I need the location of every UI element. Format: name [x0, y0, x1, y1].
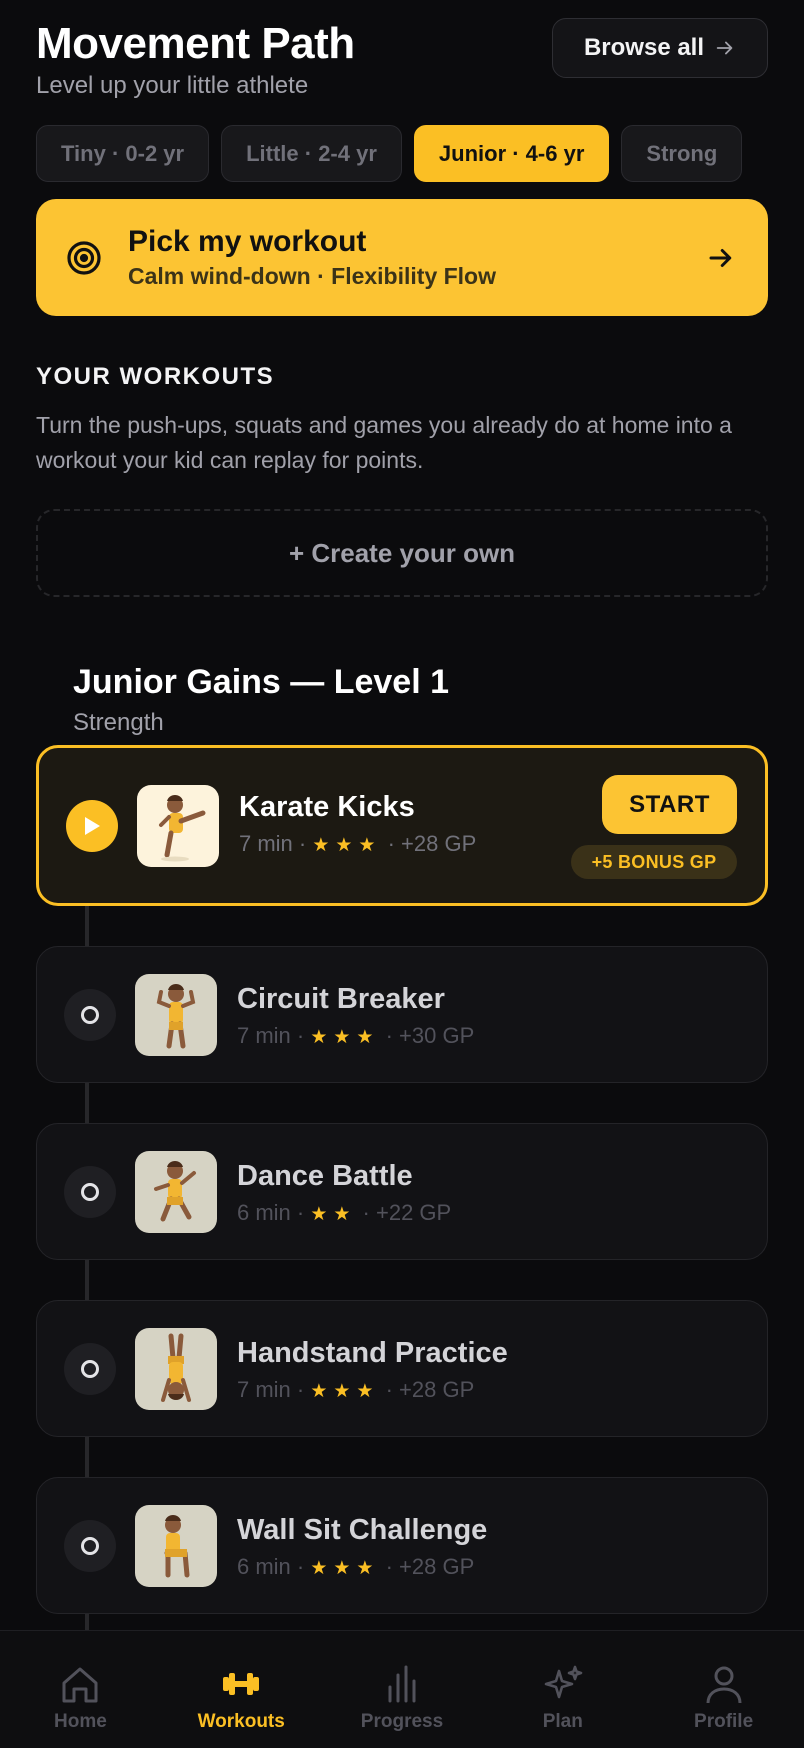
- workout-card-circuit-breaker[interactable]: Circuit Breaker 7 min · ★★★ · +30 GP: [36, 946, 768, 1083]
- workout-name: Karate Kicks: [239, 791, 415, 823]
- kid-flex-illustration: [156, 983, 196, 1048]
- star-rating: ★★★: [310, 1027, 380, 1048]
- workout-card-dance-battle[interactable]: Dance Battle 6 min · ★★ · +22 GP: [36, 1123, 768, 1260]
- workout-meta: 7 min · ★★★ · +28 GP: [237, 1377, 475, 1402]
- workout-points: +30 GP: [399, 1023, 475, 1048]
- create-your-own-button[interactable]: + Create your own: [36, 509, 768, 597]
- workout-thumbnail: [135, 1327, 217, 1410]
- browse-all-label: Browse all: [583, 34, 705, 61]
- star-rating: ★★★: [310, 1381, 380, 1402]
- workout-points: +28 GP: [401, 831, 477, 856]
- tab-home[interactable]: Home: [0, 1631, 161, 1748]
- browse-all-button[interactable]: Browse all: [552, 18, 768, 78]
- age-filter-tiny[interactable]: Tiny · 0-2 yr: [36, 125, 210, 182]
- workout-thumbnail: [137, 784, 219, 867]
- tab-progress[interactable]: Progress: [322, 1631, 483, 1748]
- workout-thumbnail: [135, 1504, 217, 1587]
- section-description: Turn the push-ups, squats and games you …: [36, 412, 732, 473]
- circle-icon: [81, 1359, 99, 1378]
- workout-points: +22 GP: [376, 1200, 452, 1225]
- workout-meta: 7 min · ★★★ · +28 GP: [239, 831, 477, 856]
- user-icon: [706, 1666, 742, 1704]
- workout-meta: 6 min · ★★★ · +28 GP: [237, 1554, 475, 1579]
- workout-card-handstand-practice[interactable]: Handstand Practice 7 min · ★★★ · +28 GP: [36, 1300, 768, 1437]
- group-subtitle: Strength: [73, 709, 164, 736]
- pick-card-title: Pick my workout: [128, 225, 367, 258]
- workout-name: Handstand Practice: [237, 1337, 508, 1369]
- workout-name: Dance Battle: [237, 1160, 413, 1192]
- age-filter-strong[interactable]: Strong: [621, 125, 743, 182]
- section-heading: YOUR WORKOUTS: [36, 363, 275, 390]
- tab-workouts[interactable]: Workouts: [161, 1631, 322, 1748]
- kid-wall-sit-illustration: [164, 1514, 190, 1577]
- tab-label: Home: [54, 1711, 107, 1732]
- star-rating: ★★: [310, 1204, 357, 1225]
- dumbbell-icon: [223, 1673, 260, 1695]
- circle-icon: [81, 1005, 99, 1024]
- play-button[interactable]: [66, 799, 118, 852]
- workout-status-marker: [64, 988, 116, 1041]
- arrow-right-icon: [716, 41, 733, 55]
- sparkles-icon: [544, 1665, 583, 1699]
- star-rating: ★★★: [312, 835, 382, 856]
- bonus-badge: +5 BONUS GP: [571, 845, 737, 879]
- workout-duration: 7 min: [237, 1377, 291, 1402]
- star-rating: ★★★: [310, 1558, 380, 1579]
- workout-name: Wall Sit Challenge: [237, 1514, 488, 1546]
- workout-duration: 6 min: [237, 1200, 291, 1225]
- tab-label: Workouts: [197, 1711, 285, 1732]
- workout-meta: 6 min · ★★ · +22 GP: [237, 1200, 452, 1225]
- tab-label: Plan: [542, 1711, 583, 1732]
- tab-plan[interactable]: Plan: [482, 1631, 643, 1748]
- workout-thumbnail: [135, 1150, 217, 1233]
- kid-handstand-illustration: [161, 1333, 191, 1402]
- bar-chart-icon: [388, 1665, 416, 1703]
- tab-profile[interactable]: Profile: [643, 1631, 804, 1748]
- workout-status-marker: [64, 1165, 116, 1218]
- start-button[interactable]: START: [602, 775, 737, 834]
- workout-points: +28 GP: [399, 1377, 475, 1402]
- age-filter-little[interactable]: Little · 2-4 yr: [221, 125, 402, 182]
- target-icon: [67, 240, 101, 275]
- tab-label: Progress: [360, 1711, 444, 1732]
- workout-status-marker: [64, 1519, 116, 1572]
- workout-points: +28 GP: [399, 1554, 475, 1579]
- workout-duration: 7 min: [237, 1023, 291, 1048]
- workout-card-wall-sit-challenge[interactable]: Wall Sit Challenge 6 min · ★★★ · +28 GP: [36, 1477, 768, 1614]
- workout-name: Circuit Breaker: [237, 983, 445, 1015]
- play-icon: [85, 816, 100, 835]
- workout-duration: 6 min: [237, 1554, 291, 1579]
- workout-status-marker: [64, 1342, 116, 1395]
- age-filter-junior[interactable]: Junior · 4-6 yr: [413, 125, 610, 182]
- workout-thumbnail: [135, 973, 217, 1056]
- pick-my-workout-card[interactable]: Pick my workout Calm wind-down · Flexibi…: [36, 199, 768, 316]
- workout-meta: 7 min · ★★★ · +30 GP: [237, 1023, 475, 1048]
- age-filter-bar: Tiny · 0-2 yr Little · 2-4 yr Junior · 4-6…: [36, 125, 804, 183]
- arrow-right-icon: [709, 248, 732, 267]
- group-title: Junior Gains — Level 1: [73, 663, 450, 701]
- circle-icon: [81, 1536, 99, 1555]
- bottom-tab-bar: Home Workouts Progress Plan Profile: [0, 1630, 804, 1748]
- pick-card-subtitle: Calm wind-down · Flexibility Flow: [128, 263, 496, 289]
- workout-duration: 7 min: [239, 831, 293, 856]
- kid-kick-illustration: [159, 794, 206, 861]
- kid-dance-illustration: [154, 1160, 196, 1221]
- home-icon: [62, 1667, 98, 1703]
- circle-icon: [81, 1182, 99, 1201]
- header: Movement Path Level up your little athle…: [36, 18, 768, 104]
- tab-label: Profile: [694, 1711, 754, 1732]
- workout-card-karate-kicks[interactable]: Karate Kicks 7 min · ★★★ · +28 GP START …: [36, 745, 768, 906]
